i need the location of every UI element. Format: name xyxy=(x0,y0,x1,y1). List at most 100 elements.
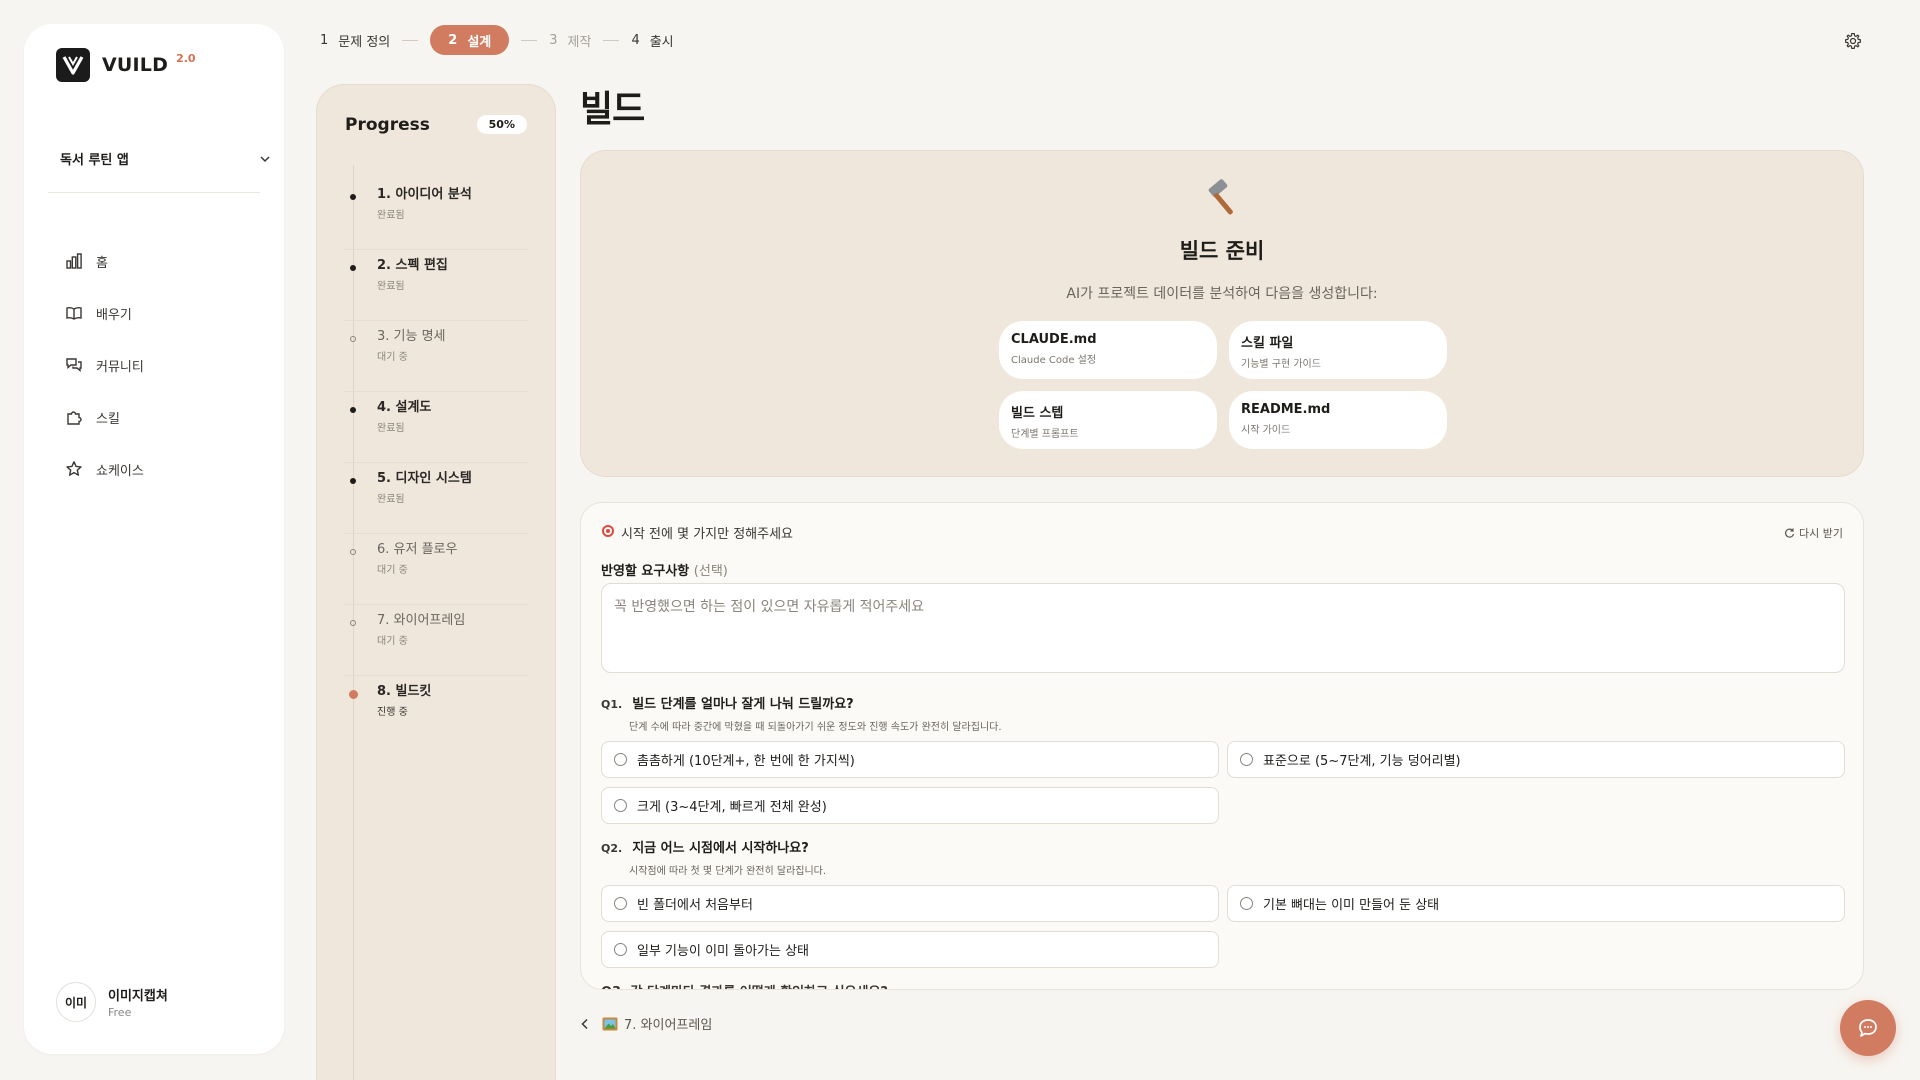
step-label: 설계 xyxy=(467,34,492,50)
progress-item-status: 진행 중 xyxy=(377,707,408,718)
option-label: 기본 뼈대는 이미 만들어 둔 상태 xyxy=(1263,898,1440,913)
nav-label: 배우기 xyxy=(96,307,132,323)
question-options: 빈 폴더에서 처음부터 기본 뼈대는 이미 만들어 둔 상태 일부 기능이 이미… xyxy=(601,885,1845,968)
step-connector xyxy=(402,39,419,41)
progress-item-buildkit[interactable]: 8. 빌드킷 진행 중 xyxy=(345,676,529,747)
artifact-desc: Claude Code 설정 xyxy=(1011,355,1097,366)
progress-item-name: 2. 스펙 편집 xyxy=(377,258,448,273)
question-text: 빌드 단계를 얼마나 잘게 나눠 드릴까요? xyxy=(632,697,854,712)
back-link-label: 7. 와이어프레임 xyxy=(624,1018,713,1033)
artifact-desc: 기능별 구현 가이드 xyxy=(1241,359,1321,370)
step-launch[interactable]: 4 출시 xyxy=(631,31,673,50)
radio-option[interactable]: 일부 기능이 이미 돌아가는 상태 xyxy=(601,931,1219,968)
progress-item-user-flow[interactable]: 6. 유저 플로우 대기 중 xyxy=(345,534,529,605)
artifact-name: CLAUDE.md xyxy=(1011,332,1097,347)
question-desc: 시작점에 따라 첫 몇 단계가 완전히 달라집니다. xyxy=(629,866,827,877)
nav-item-learn[interactable]: 배우기 xyxy=(64,300,144,326)
chat-button[interactable] xyxy=(1840,1000,1896,1056)
hammer-icon xyxy=(1208,179,1233,215)
step-number: 1 xyxy=(320,32,329,48)
framed-picture-icon xyxy=(602,1017,618,1030)
step-connector xyxy=(521,39,538,41)
star-icon xyxy=(64,459,84,479)
back-to-wireframe-link[interactable]: 7. 와이어프레임 xyxy=(580,1014,712,1033)
progress-item-feature-spec[interactable]: 3. 기능 명세 대기 중 xyxy=(345,321,529,392)
question-title: Q2. 지금 어느 시점에서 시작하나요? xyxy=(601,837,1845,856)
step-number: 4 xyxy=(631,32,640,48)
progress-list: 1. 아이디어 분석 완료됨 2. 스펙 편집 완료됨 3. 기능 명세 대기 … xyxy=(345,179,529,747)
radio-option[interactable]: 표준으로 (5~7단계, 기능 덩어리별) xyxy=(1227,741,1845,778)
option-label: 크게 (3~4단계, 빠르게 전체 완성) xyxy=(637,800,827,815)
gear-icon[interactable] xyxy=(1844,32,1862,50)
user-plan: Free xyxy=(108,1006,132,1019)
requirements-label: 반영할 요구사항 (선택) xyxy=(601,560,728,579)
radio-circle-icon xyxy=(614,799,627,812)
requirements-label-text: 반영할 요구사항 xyxy=(601,564,690,579)
artifact-skill-files: 스킬 파일 기능별 구현 가이드 xyxy=(1229,321,1447,379)
artifact-desc: 시작 가이드 xyxy=(1241,425,1291,436)
radio-option[interactable]: 촘촘하게 (10단계+, 한 번에 한 가지씩) xyxy=(601,741,1219,778)
option-label: 빈 폴더에서 처음부터 xyxy=(637,898,753,913)
nav-label: 스킬 xyxy=(96,411,120,427)
artifact-readme: README.md 시작 가이드 xyxy=(1229,391,1447,449)
progress-item-status: 완료됨 xyxy=(377,281,405,292)
progress-item-status: 대기 중 xyxy=(377,565,408,576)
user-name: 이미지캡쳐 xyxy=(108,989,168,1004)
questions-header: 시작 전에 몇 가지만 정해주세요 xyxy=(601,523,793,542)
question-title: Q1. 빌드 단계를 얼마나 잘게 나눠 드릴까요? xyxy=(601,693,1845,712)
radio-option[interactable]: 빈 폴더에서 처음부터 xyxy=(601,885,1219,922)
chat-bubbles-icon xyxy=(64,355,84,375)
nav-label: 홈 xyxy=(96,255,108,271)
brand[interactable]: VUILD 2.0 xyxy=(56,48,196,82)
status-dot xyxy=(350,265,356,271)
progress-item-status: 대기 중 xyxy=(377,352,408,363)
artifact-desc: 단계별 프롬프트 xyxy=(1011,429,1079,440)
target-icon xyxy=(601,524,615,542)
status-dot xyxy=(349,690,358,699)
book-icon xyxy=(64,303,84,323)
chevron-left-icon xyxy=(581,1018,588,1029)
questions-header-text: 시작 전에 몇 가지만 정해주세요 xyxy=(621,527,794,542)
progress-item-name: 4. 설계도 xyxy=(377,400,432,415)
regenerate-label: 다시 받기 xyxy=(1799,527,1843,540)
artifact-claude-md: CLAUDE.md Claude Code 설정 xyxy=(999,321,1217,379)
nav-item-home[interactable]: 홈 xyxy=(64,248,144,274)
nav-label: 쇼케이스 xyxy=(96,463,144,479)
chevron-down-icon xyxy=(260,155,270,162)
progress-item-name: 1. 아이디어 분석 xyxy=(377,187,472,202)
progress-item-status: 완료됨 xyxy=(377,423,405,434)
progress-percent-badge: 50% xyxy=(476,115,527,134)
progress-item-name: 7. 와이어프레임 xyxy=(377,613,466,628)
requirements-input[interactable] xyxy=(601,583,1845,673)
optional-tag: (선택) xyxy=(693,564,728,579)
nav-item-community[interactable]: 커뮤니티 xyxy=(64,352,144,378)
project-selector[interactable]: 독서 루틴 앱 xyxy=(60,149,272,168)
question-number: Q1. xyxy=(601,698,623,711)
option-label: 일부 기능이 이미 돌아가는 상태 xyxy=(637,944,810,959)
progress-item-spec[interactable]: 2. 스펙 편집 완료됨 xyxy=(345,250,529,321)
artifact-name: 스킬 파일 xyxy=(1241,336,1294,351)
step-build[interactable]: 3 제작 xyxy=(549,31,591,50)
chat-bubble-icon xyxy=(1859,1019,1877,1037)
progress-item-blueprint[interactable]: 4. 설계도 완료됨 xyxy=(345,392,529,463)
user-profile[interactable]: 이미 이미지캡쳐 Free xyxy=(56,982,168,1022)
brand-version: 2.0 xyxy=(176,51,196,65)
radio-circle-icon xyxy=(614,753,627,766)
nav-item-skills[interactable]: 스킬 xyxy=(64,404,144,430)
regenerate-button[interactable]: 다시 받기 xyxy=(1783,525,1843,541)
question-text: 지금 어느 시점에서 시작하나요? xyxy=(632,841,809,856)
step-problem[interactable]: 1 문제 정의 xyxy=(320,31,390,50)
progress-item-name: 5. 디자인 시스템 xyxy=(377,471,472,486)
step-label: 출시 xyxy=(649,34,674,50)
option-label: 표준으로 (5~7단계, 기능 덩어리별) xyxy=(1263,754,1461,769)
progress-item-wireframe[interactable]: 7. 와이어프레임 대기 중 xyxy=(345,605,529,676)
step-design[interactable]: 2 설계 xyxy=(430,25,510,55)
progress-item-idea[interactable]: 1. 아이디어 분석 완료됨 xyxy=(345,179,529,250)
radio-circle-icon xyxy=(1240,753,1253,766)
radio-option[interactable]: 크게 (3~4단계, 빠르게 전체 완성) xyxy=(601,787,1219,824)
nav-item-showcase[interactable]: 쇼케이스 xyxy=(64,456,144,482)
radio-option[interactable]: 기본 뼈대는 이미 만들어 둔 상태 xyxy=(1227,885,1845,922)
artifact-name: 빌드 스텝 xyxy=(1011,406,1064,421)
progress-item-design-system[interactable]: 5. 디자인 시스템 완료됨 xyxy=(345,463,529,534)
build-ready-card: 빌드 준비 AI가 프로젝트 데이터를 분석하여 다음을 생성합니다: CLAU… xyxy=(580,150,1864,477)
